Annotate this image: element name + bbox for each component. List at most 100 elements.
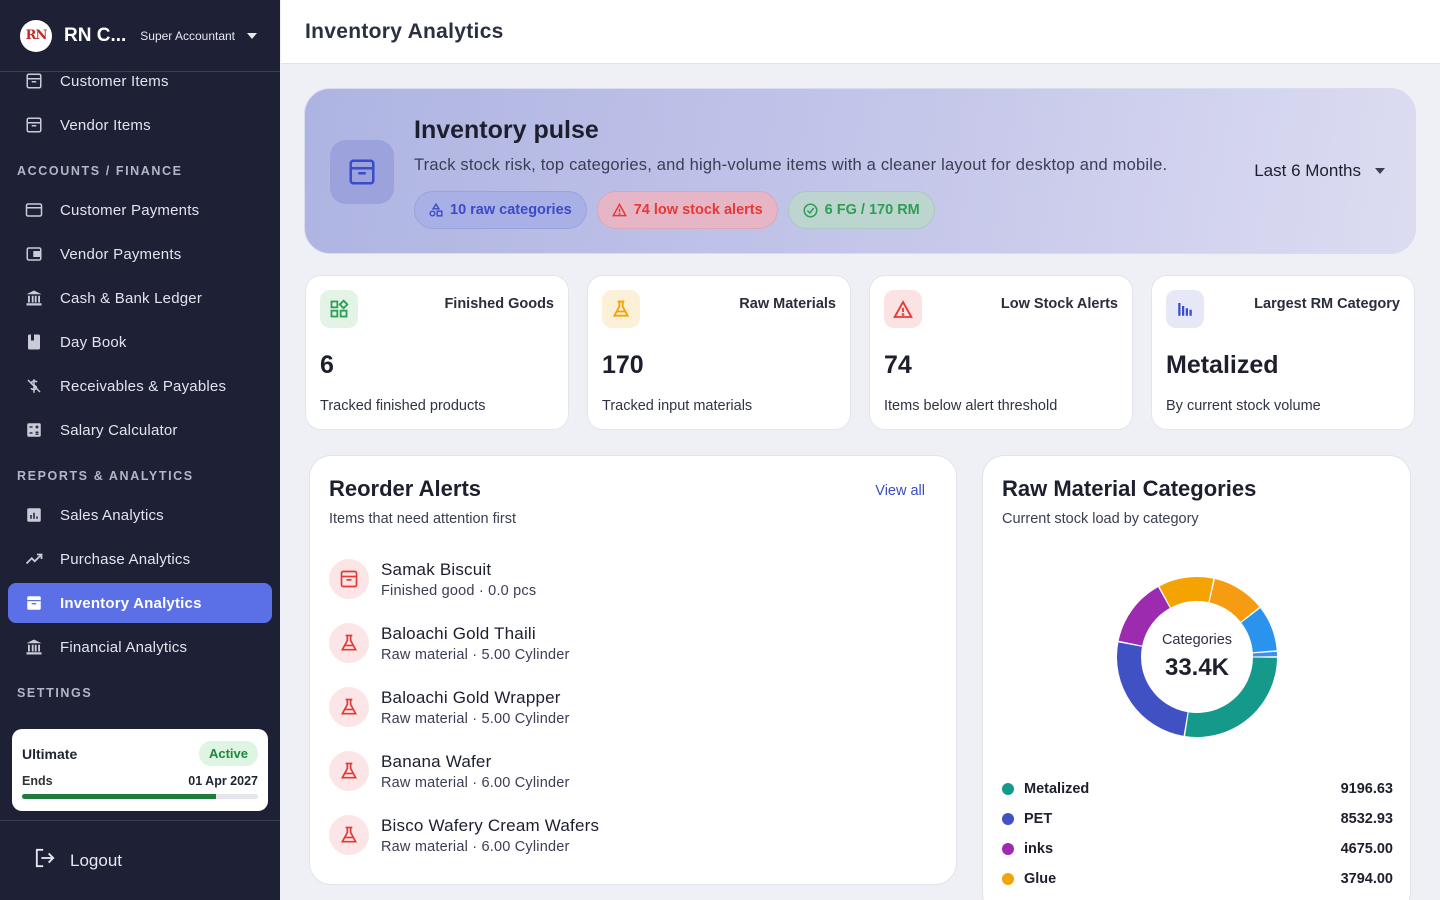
section-header-finance: ACCOUNTS / FINANCE	[17, 164, 183, 178]
donut-chart: Categories 33.4K	[1116, 576, 1278, 738]
stat-value: Metalized	[1166, 351, 1279, 379]
legend-value: 3794.00	[1340, 871, 1393, 887]
credit-card-icon	[24, 200, 44, 220]
date-range-select[interactable]: Last 6 Months	[1254, 161, 1385, 181]
page-title: Inventory Analytics	[305, 19, 504, 43]
list-item[interactable]: Samak Biscuit Finished good · 0.0 pcs	[329, 551, 929, 607]
stat-value: 74	[884, 351, 912, 379]
pill-label: 10 raw categories	[450, 202, 572, 218]
summary-pills: 10 raw categories 74 low stock alerts 6 …	[414, 191, 935, 229]
wallet-icon	[24, 244, 44, 264]
raw-categories-pill[interactable]: 10 raw categories	[414, 191, 587, 229]
role-label: Super Accountant	[140, 28, 236, 43]
stat-description: Tracked finished products	[320, 398, 486, 414]
legend-label: PET	[1024, 811, 1053, 827]
section-header-reports: REPORTS & ANALYTICS	[17, 469, 194, 483]
sidebar-item-label: Purchase Analytics	[60, 550, 191, 568]
sidebar-item-salary-calculator[interactable]: Salary Calculator	[8, 410, 272, 450]
stat-description: Items below alert threshold	[884, 398, 1058, 414]
pill-label: 74 low stock alerts	[633, 202, 763, 218]
sidebar-item-day-book[interactable]: Day Book	[8, 322, 272, 362]
logout-label: Logout	[70, 850, 122, 870]
item-name: Samak Biscuit	[381, 559, 492, 579]
sidebar-item-financial-analytics[interactable]: Financial Analytics	[8, 627, 272, 667]
card-title: Raw Material Categories	[1002, 476, 1257, 501]
trending-up-icon	[24, 549, 44, 569]
top-bar: Inventory Analytics	[281, 0, 1440, 64]
sidebar-item-label: Cash & Bank Ledger	[60, 289, 203, 307]
item-meta: Raw material · 5.00 Cylinder	[381, 710, 570, 727]
low-stock-pill[interactable]: 74 low stock alerts	[596, 191, 778, 229]
stat-title: Finished Goods	[444, 296, 554, 312]
item-meta: Raw material · 6.00 Cylinder	[381, 774, 570, 791]
item-meta: Finished good · 0.0 pcs	[381, 582, 537, 599]
company-logo[interactable]: RN	[20, 19, 52, 52]
sidebar-item-label: Customer Items	[60, 72, 169, 90]
stat-title: Raw Materials	[739, 296, 836, 312]
legend-item[interactable]: Metalized 9196.63	[1002, 778, 1393, 800]
calculator-icon	[24, 420, 44, 440]
stat-title: Low Stock Alerts	[1000, 296, 1118, 312]
sidebar-item-vendor-items[interactable]: Vendor Items	[8, 105, 272, 145]
fg-rm-pill[interactable]: 6 FG / 170 RM	[787, 191, 935, 229]
card-subtitle: Current stock load by category	[1002, 511, 1199, 527]
sidebar-item-label: Inventory Analytics	[60, 594, 202, 612]
donut-slice-glue[interactable]	[1159, 577, 1214, 608]
sidebar-item-label: Vendor Payments	[60, 245, 182, 263]
sidebar-item-customer-payments[interactable]: Customer Payments	[8, 190, 272, 230]
sidebar-item-customer-items[interactable]: Customer Items	[8, 61, 272, 101]
role-selector[interactable]: Super Accountant	[140, 28, 258, 43]
list-item[interactable]: Banana Wafer Raw material · 6.00 Cylinde…	[329, 743, 929, 799]
logout-icon	[34, 848, 56, 873]
legend-swatch	[1002, 843, 1014, 855]
category-icon	[429, 203, 443, 217]
list-item[interactable]: Baloachi Gold Thaili Raw material · 5.00…	[329, 615, 929, 671]
plan-ends-label: Ends	[22, 774, 53, 788]
flask-icon	[329, 815, 369, 855]
item-name: Banana Wafer	[381, 751, 492, 771]
view-all-link[interactable]: View all	[875, 483, 925, 499]
archive-icon	[24, 593, 44, 613]
stat-title: Largest RM Category	[1254, 296, 1400, 312]
sidebar-item-purchase-analytics[interactable]: Purchase Analytics	[8, 539, 272, 579]
sidebar-item-cash-bank-ledger[interactable]: Cash & Bank Ledger	[8, 278, 272, 318]
legend-swatch	[1002, 873, 1014, 885]
sidebar-item-label: Salary Calculator	[60, 421, 178, 439]
legend-label: Glue	[1024, 871, 1057, 887]
inventory-pulse-banner: Inventory pulse Track stock risk, top ca…	[304, 88, 1416, 254]
plan-progress-bar	[22, 794, 258, 799]
sidebar-item-receivables-payables[interactable]: Receivables & Payables	[8, 366, 272, 406]
status-badge: Active	[198, 741, 258, 766]
date-range-value: Last 6 Months	[1254, 161, 1361, 180]
raw-material-categories-card: Raw Material Categories Current stock lo…	[982, 455, 1411, 900]
logout-button[interactable]: Logout	[34, 848, 122, 873]
sidebar-item-label: Financial Analytics	[60, 638, 188, 656]
stat-value: 170	[602, 351, 644, 379]
list-item[interactable]: Bisco Wafery Cream Wafers Raw material ·…	[329, 807, 929, 863]
legend-item[interactable]: PET 8532.93	[1002, 808, 1393, 830]
sidebar-item-sales-analytics[interactable]: Sales Analytics	[8, 495, 272, 535]
legend-label: Metalized	[1024, 781, 1090, 797]
legend-item[interactable]: Glue 3794.00	[1002, 868, 1393, 890]
stat-card-low-stock: Low Stock Alerts 74 Items below alert th…	[869, 275, 1133, 430]
sidebar-item-inventory-analytics[interactable]: Inventory Analytics	[8, 583, 272, 623]
plan-name: Ultimate	[22, 745, 78, 762]
list-item[interactable]: Baloachi Gold Wrapper Raw material · 5.0…	[329, 679, 929, 735]
item-name: Baloachi Gold Wrapper	[381, 687, 561, 707]
hero-title: Inventory pulse	[414, 116, 599, 144]
archive-icon	[330, 140, 394, 204]
donut-center-value: 33.4K	[1164, 654, 1230, 681]
sidebar-item-label: Receivables & Payables	[60, 377, 227, 395]
legend-swatch	[1002, 783, 1014, 795]
donut-center-label: Categories	[1161, 632, 1233, 648]
reorder-alerts-card: Reorder Alerts Items that need attention…	[309, 455, 957, 885]
sidebar: RN RN C... Super Accountant Customer Ite…	[0, 0, 280, 900]
plan-ends-date: 01 Apr 2027	[188, 774, 258, 788]
company-name[interactable]: RN C...	[64, 25, 126, 47]
bank-icon	[24, 637, 44, 657]
legend-item[interactable]: inks 4675.00	[1002, 838, 1393, 860]
legend-value: 8532.93	[1340, 811, 1393, 827]
stat-card-finished-goods: Finished Goods 6 Tracked finished produc…	[305, 275, 569, 430]
sidebar-item-vendor-payments[interactable]: Vendor Payments	[8, 234, 272, 274]
stat-card-largest-category: Largest RM Category Metalized By current…	[1151, 275, 1415, 430]
